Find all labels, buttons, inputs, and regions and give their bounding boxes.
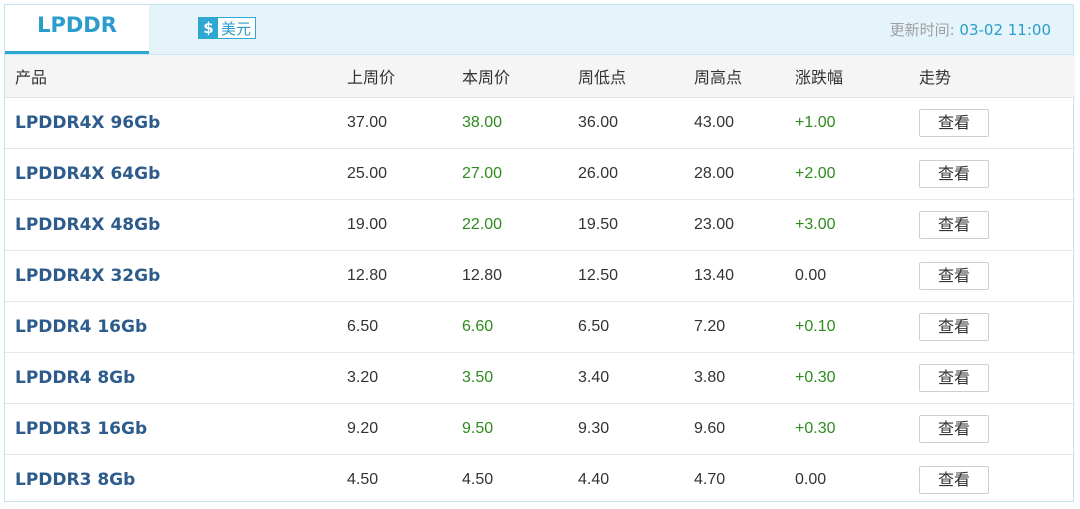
week-high-price: 4.70 <box>694 470 726 488</box>
column-header-change: 涨跌幅 <box>795 55 919 98</box>
trend-cell: 查看 <box>919 250 1075 302</box>
product-name[interactable]: LPDDR4 16Gb <box>5 301 347 353</box>
week-low-price: 4.40 <box>578 470 610 488</box>
last-week-price: 3.20 <box>347 352 462 404</box>
update-time-value: 03-02 11:00 <box>959 21 1051 39</box>
week-high-price: 3.80 <box>694 352 795 404</box>
dollar-icon: $ <box>199 18 218 38</box>
last-week-price: 12.80 <box>347 250 462 302</box>
trend-cell: 查看 <box>919 97 1075 149</box>
product-name[interactable]: LPDDR3 16Gb <box>5 403 347 455</box>
trend-cell: 查看 <box>919 403 1075 455</box>
product-name[interactable]: LPDDR4 8Gb <box>5 352 347 404</box>
trend-cell: 查看 <box>919 454 1075 505</box>
week-low-price: 26.00 <box>578 148 694 200</box>
week-high-price: 28.00 <box>694 148 795 200</box>
view-trend-button[interactable]: 查看 <box>919 108 989 137</box>
week-high-price: 9.60 <box>694 403 795 455</box>
week-high-price: 43.00 <box>694 97 795 149</box>
price-change: +0.10 <box>795 301 919 353</box>
this-week-price: 6.60 <box>462 301 578 353</box>
product-name[interactable]: LPDDR3 8Gb <box>5 454 347 505</box>
view-trend-button[interactable]: 查看 <box>919 159 989 188</box>
week-low-price: 3.40 <box>578 352 694 404</box>
column-header-week-high: 周高点 <box>694 55 795 98</box>
this-week-price: 22.00 <box>462 199 578 251</box>
tab-lpddr-label: LPDDR <box>37 13 117 37</box>
update-time-prefix: 更新时间: <box>889 21 960 39</box>
price-change: 0.00 <box>795 470 827 488</box>
price-change: +0.30 <box>795 403 919 455</box>
trend-cell: 查看 <box>919 301 1075 353</box>
view-trend-button[interactable]: 查看 <box>919 363 989 392</box>
week-low-price: 19.50 <box>578 199 694 251</box>
currency-toggle[interactable]: $ 美元 <box>198 17 257 39</box>
week-low-price: 12.50 <box>578 250 694 302</box>
price-change: +2.00 <box>795 148 919 200</box>
price-change: +0.30 <box>795 352 919 404</box>
last-week-price: 25.00 <box>347 148 462 200</box>
tab-lpddr[interactable]: LPDDR <box>5 5 149 54</box>
table-row: LPDDR4X 96Gb 37.00 38.00 36.00 43.00 +1.00 查看 <box>5 97 1075 149</box>
trend-cell: 查看 <box>919 352 1075 404</box>
column-header-week-low: 周低点 <box>578 55 694 98</box>
this-week-price: 27.00 <box>462 148 578 200</box>
table-row: LPDDR3 16Gb 9.20 9.50 9.30 9.60 +0.30 查看 <box>5 403 1075 455</box>
view-trend-button[interactable]: 查看 <box>919 414 989 443</box>
column-header-last-week: 上周价 <box>347 55 462 98</box>
week-high-price: 23.00 <box>694 199 795 251</box>
table-row: LPDDR4X 64Gb 25.00 27.00 26.00 28.00 +2.00 查看 <box>5 148 1075 200</box>
table-row: LPDDR3 8Gb 4.50 4.50 4.40 4.70 0.00 查看 <box>5 454 1075 505</box>
price-change: +1.00 <box>795 97 919 149</box>
price-change: 0.00 <box>795 250 919 302</box>
view-trend-button[interactable]: 查看 <box>919 210 989 239</box>
column-header-trend: 走势 <box>919 55 1075 98</box>
last-week-price: 6.50 <box>347 301 462 353</box>
table-row: LPDDR4X 32Gb 12.80 12.80 12.50 13.40 0.00 查看 <box>5 250 1075 302</box>
view-trend-button[interactable]: 查看 <box>919 465 989 494</box>
this-week-price: 12.80 <box>462 250 578 302</box>
last-week-price: 9.20 <box>347 403 462 455</box>
table-row: LPDDR4 8Gb 3.20 3.50 3.40 3.80 +0.30 查看 <box>5 352 1075 404</box>
last-week-price: 37.00 <box>347 97 462 149</box>
table-row: LPDDR4 16Gb 6.50 6.60 6.50 7.20 +0.10 查看 <box>5 301 1075 353</box>
table-row: LPDDR4X 48Gb 19.00 22.00 19.50 23.00 +3.00 查看 <box>5 199 1075 251</box>
column-header-this-week: 本周价 <box>462 55 578 98</box>
table-header-row: 产品 上周价 本周价 周低点 周高点 涨跌幅 走势 <box>5 55 1075 98</box>
last-week-price: 4.50 <box>347 470 379 488</box>
panel-header: LPDDR $ 美元 更新时间: 03-02 11:00 <box>5 5 1073 55</box>
view-trend-button[interactable]: 查看 <box>919 312 989 341</box>
this-week-price: 3.50 <box>462 352 578 404</box>
product-name[interactable]: LPDDR4X 64Gb <box>5 148 347 200</box>
week-high-price: 13.40 <box>694 250 795 302</box>
trend-cell: 查看 <box>919 199 1075 251</box>
this-week-price: 9.50 <box>462 403 578 455</box>
week-high-price: 7.20 <box>694 301 795 353</box>
this-week-price: 4.50 <box>462 470 494 488</box>
product-name[interactable]: LPDDR4X 32Gb <box>5 250 347 302</box>
update-time: 更新时间: 03-02 11:00 <box>890 19 1051 40</box>
week-low-price: 36.00 <box>578 97 694 149</box>
currency-label: 美元 <box>218 18 256 38</box>
this-week-price: 38.00 <box>462 97 578 149</box>
last-week-price: 19.00 <box>347 199 462 251</box>
product-name[interactable]: LPDDR4X 48Gb <box>5 199 347 251</box>
column-header-product: 产品 <box>5 55 347 98</box>
week-low-price: 6.50 <box>578 301 694 353</box>
price-table: 产品 上周价 本周价 周低点 周高点 涨跌幅 走势 LPDDR4X 96Gb 37… <box>5 55 1075 505</box>
week-low-price: 9.30 <box>578 403 694 455</box>
trend-cell: 查看 <box>919 148 1075 200</box>
table-body: LPDDR4X 96Gb 37.00 38.00 36.00 43.00 +1.00 查看 L… <box>5 97 1075 505</box>
price-change: +3.00 <box>795 199 919 251</box>
view-trend-button[interactable]: 查看 <box>919 261 989 290</box>
product-name[interactable]: LPDDR4X 96Gb <box>5 97 347 149</box>
price-panel: LPDDR $ 美元 更新时间: 03-02 11:00 产品 上周价 本周价 … <box>4 4 1075 505</box>
